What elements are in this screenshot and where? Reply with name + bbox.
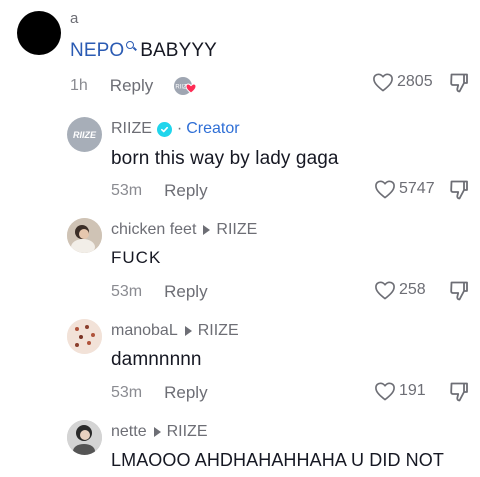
reply-arrow-icon bbox=[184, 326, 192, 336]
reply-to-username[interactable]: RIIZE bbox=[167, 423, 208, 441]
comment-time: 53m bbox=[111, 182, 143, 199]
avatar-photo bbox=[67, 319, 102, 354]
thumbs-down-icon bbox=[450, 281, 468, 301]
search-keyword-link[interactable]: NEPO bbox=[70, 40, 124, 62]
comment-text: NEPO BABYYY bbox=[70, 40, 217, 62]
comment-meta: 53m Reply bbox=[111, 383, 208, 403]
dislike-button[interactable] bbox=[449, 72, 469, 99]
avatar[interactable] bbox=[67, 319, 102, 354]
avatar[interactable] bbox=[67, 420, 102, 455]
search-icon bbox=[126, 41, 135, 49]
like-count: 5747 bbox=[399, 180, 435, 197]
comment-username[interactable]: RIIZE · Creator bbox=[111, 120, 240, 138]
comment-text: born this way by lady gaga bbox=[111, 148, 339, 169]
avatar[interactable] bbox=[67, 218, 102, 253]
like-count: 258 bbox=[399, 281, 426, 298]
avatar[interactable]: RIIZE bbox=[67, 117, 102, 152]
comment-time: 53m bbox=[111, 283, 143, 300]
comment-meta: 53m Reply bbox=[111, 282, 208, 302]
comment-username[interactable]: manobaL RIIZE bbox=[111, 322, 239, 340]
like-button[interactable]: 2805 bbox=[372, 72, 433, 92]
like-button[interactable]: 258 bbox=[374, 280, 426, 300]
reply-to-username[interactable]: RIIZE bbox=[216, 221, 257, 239]
comment-text: damnnnnn bbox=[111, 349, 202, 370]
username-text: chicken feet bbox=[111, 221, 197, 238]
thumbs-down-icon bbox=[450, 73, 468, 93]
dislike-button[interactable] bbox=[449, 381, 469, 408]
avatar[interactable] bbox=[17, 11, 61, 55]
reply-button[interactable]: Reply bbox=[164, 383, 207, 403]
separator-dot: · bbox=[176, 120, 183, 137]
comment-text-rest: BABYYY bbox=[140, 40, 217, 61]
comment-username[interactable]: a bbox=[70, 10, 78, 27]
avatar-photo bbox=[67, 420, 102, 455]
like-count: 191 bbox=[399, 382, 426, 399]
username-text: a bbox=[70, 10, 79, 27]
heart-outline-icon bbox=[375, 180, 395, 199]
thumbs-down-icon bbox=[450, 180, 468, 200]
heart-outline-icon bbox=[375, 382, 395, 401]
reply-to-username[interactable]: RIIZE bbox=[198, 322, 239, 340]
avatar-photo bbox=[67, 218, 102, 253]
like-button[interactable]: 191 bbox=[374, 381, 426, 401]
heart-outline-icon bbox=[375, 281, 395, 300]
comment-text: LMAOOO AHDHAHAHHAHA U DID NOT bbox=[111, 450, 444, 470]
verified-check-icon bbox=[156, 121, 172, 137]
like-button[interactable]: 5747 bbox=[374, 179, 435, 199]
creator-label: Creator bbox=[186, 120, 240, 137]
comment-username[interactable]: nette RIIZE bbox=[111, 423, 207, 441]
comment-username[interactable]: chicken feet RIIZE bbox=[111, 221, 257, 239]
heart-outline-icon bbox=[373, 73, 393, 92]
comment-meta: 1h Reply RIIZE bbox=[70, 75, 199, 97]
reply-arrow-icon bbox=[203, 225, 211, 235]
dislike-button[interactable] bbox=[449, 179, 469, 206]
username-text: RIIZE bbox=[111, 120, 152, 137]
avatar-logo-text: RIIZE bbox=[72, 129, 96, 140]
dislike-button[interactable] bbox=[449, 280, 469, 307]
reply-button[interactable]: Reply bbox=[164, 181, 207, 201]
thumbs-down-icon bbox=[450, 382, 468, 402]
comment-meta: 53m Reply bbox=[111, 181, 208, 201]
like-count: 2805 bbox=[397, 73, 433, 90]
reply-button[interactable]: Reply bbox=[164, 282, 207, 302]
creator-liked-heart-icon: RIIZE bbox=[173, 75, 199, 97]
username-text: manobaL bbox=[111, 322, 178, 339]
reply-button[interactable]: Reply bbox=[110, 76, 153, 96]
comment-text: FUCK bbox=[111, 248, 162, 267]
username-text: nette bbox=[111, 423, 147, 440]
comment-time: 1h bbox=[70, 77, 88, 94]
reply-arrow-icon bbox=[153, 427, 161, 437]
comment-time: 53m bbox=[111, 384, 143, 401]
